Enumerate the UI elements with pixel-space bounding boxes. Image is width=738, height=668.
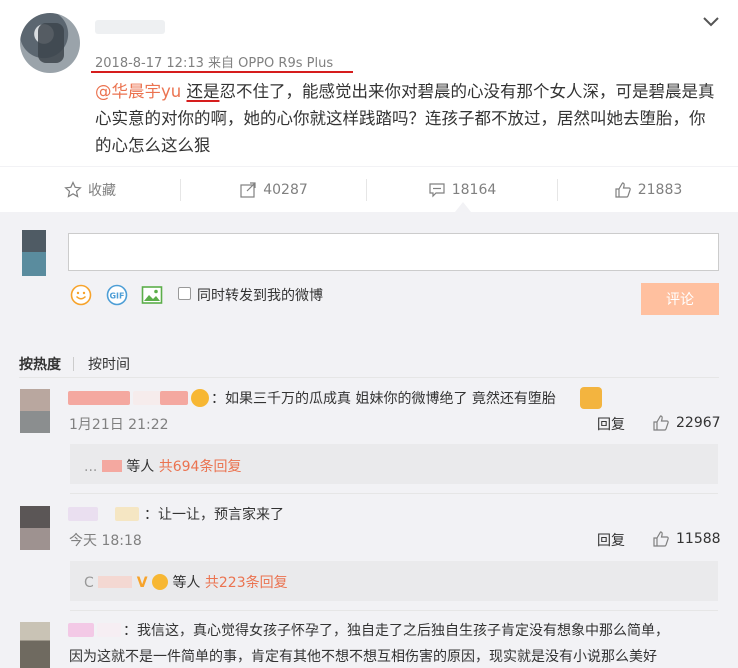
panel-caret	[455, 202, 471, 212]
sub-middle: 等人	[126, 459, 155, 475]
sub-replies-summary[interactable]: C V 等人 共223条回复	[84, 572, 288, 592]
commenter-avatar[interactable]	[20, 389, 50, 433]
commenter-name-redacted[interactable]	[68, 507, 98, 521]
image-icon[interactable]	[141, 284, 163, 306]
sub-name-redacted	[98, 576, 133, 588]
submit-comment-button[interactable]: 评论	[641, 283, 719, 315]
commenter-name-redacted-3	[160, 391, 188, 405]
chevron-down-icon[interactable]	[700, 10, 722, 32]
post-author-name-redacted	[95, 20, 165, 34]
comment-like-button[interactable]: 22967	[652, 414, 721, 432]
like-count: 21883	[637, 182, 683, 198]
current-user-avatar	[22, 230, 46, 276]
comment-divider	[70, 493, 718, 494]
reply-button[interactable]: 回复	[597, 414, 625, 434]
commenter-name-redacted[interactable]	[68, 391, 130, 405]
comment-like-button[interactable]: 11588	[652, 530, 721, 548]
comment-icon	[429, 183, 445, 198]
comment-text-line-2: 因为这就不是一件简单的事，肯定有其他不想不想互相伤害的原因，现实就是没有小说那么…	[69, 649, 657, 665]
reply-button[interactable]: 回复	[597, 530, 625, 550]
emoji-icon[interactable]	[70, 284, 92, 306]
sort-by-time[interactable]: 按时间	[88, 354, 130, 374]
comment-like-count: 22967	[676, 415, 721, 431]
red-underline-annotation	[91, 71, 353, 73]
svg-text:GIF: GIF	[109, 292, 124, 301]
comment-time: 1月21日 21:22	[69, 417, 169, 433]
comment-count: 18164	[451, 182, 497, 198]
repost-button[interactable]: 40287	[181, 167, 366, 213]
commenter-name-redacted-2	[115, 507, 139, 521]
post-text-lead: 还是	[186, 82, 220, 101]
comment-text: ：如果三千万的瓜成真 姐妹你的微博绝了 竟然还有堕胎	[211, 391, 556, 407]
commenter-name-redacted-2	[97, 623, 121, 637]
post-author-avatar[interactable]	[20, 13, 80, 73]
comment-divider	[70, 610, 718, 611]
thumbs-up-icon	[653, 531, 669, 547]
thumbs-up-emoji-icon	[580, 387, 602, 409]
post-actions-bar: 收藏 40287 18164 21883	[0, 166, 738, 212]
sort-separator	[73, 357, 74, 371]
thumbs-up-icon	[653, 415, 669, 431]
sub-count-link[interactable]: 共694条回复	[159, 459, 242, 475]
mention-link[interactable]: @华晨宇yu	[95, 82, 181, 101]
favorite-label: 收藏	[88, 183, 116, 199]
badge-icon	[151, 574, 168, 590]
like-button[interactable]: 21883	[558, 167, 738, 213]
repost-checkbox[interactable]	[178, 287, 191, 300]
commenter-name-redacted[interactable]	[68, 623, 94, 637]
gif-icon[interactable]: GIF	[106, 284, 128, 306]
sub-prefix: ...	[84, 459, 98, 475]
comment-text: ：让一让，预言家来了	[144, 507, 284, 523]
commenter-avatar[interactable]	[20, 622, 50, 668]
favorite-button[interactable]: 收藏	[0, 167, 180, 213]
sort-by-hot[interactable]: 按热度	[19, 354, 61, 374]
thumbs-up-icon	[615, 182, 631, 198]
sub-replies-summary[interactable]: ... 等人 共694条回复	[84, 456, 241, 476]
repost-icon	[240, 182, 256, 198]
v-badge-icon: V	[136, 575, 148, 591]
comment-like-count: 11588	[676, 531, 721, 547]
sub-middle: 等人	[172, 575, 201, 591]
sub-count-link[interactable]: 共223条回复	[205, 575, 288, 591]
repost-checkbox-label: 同时转发到我的微博	[197, 288, 323, 304]
weibo-post: 2018-8-17 12:13 来自 OPPO R9s Plus @华晨宇yu …	[0, 0, 738, 166]
comment-input[interactable]	[68, 233, 719, 271]
sub-name-redacted	[101, 460, 122, 472]
sub-prefix: C	[84, 575, 94, 591]
comment-time: 今天 18:18	[69, 533, 142, 549]
commenter-avatar[interactable]	[20, 506, 50, 550]
repost-count: 40287	[263, 182, 308, 198]
sort-divider	[19, 377, 719, 378]
post-meta: 2018-8-17 12:13 来自 OPPO R9s Plus	[95, 56, 334, 71]
post-content: @华晨宇yu 还是忍不住了，能感觉出来你对碧晨的心没有那个女人深，可是碧晨是真心…	[95, 78, 720, 159]
comment-text: ：我信这，真心觉得女孩子怀孕了，独自走了之后独自生孩子肯定没有想象中那么简单，	[123, 623, 669, 639]
badge-icon	[191, 389, 209, 407]
star-icon	[64, 181, 82, 198]
